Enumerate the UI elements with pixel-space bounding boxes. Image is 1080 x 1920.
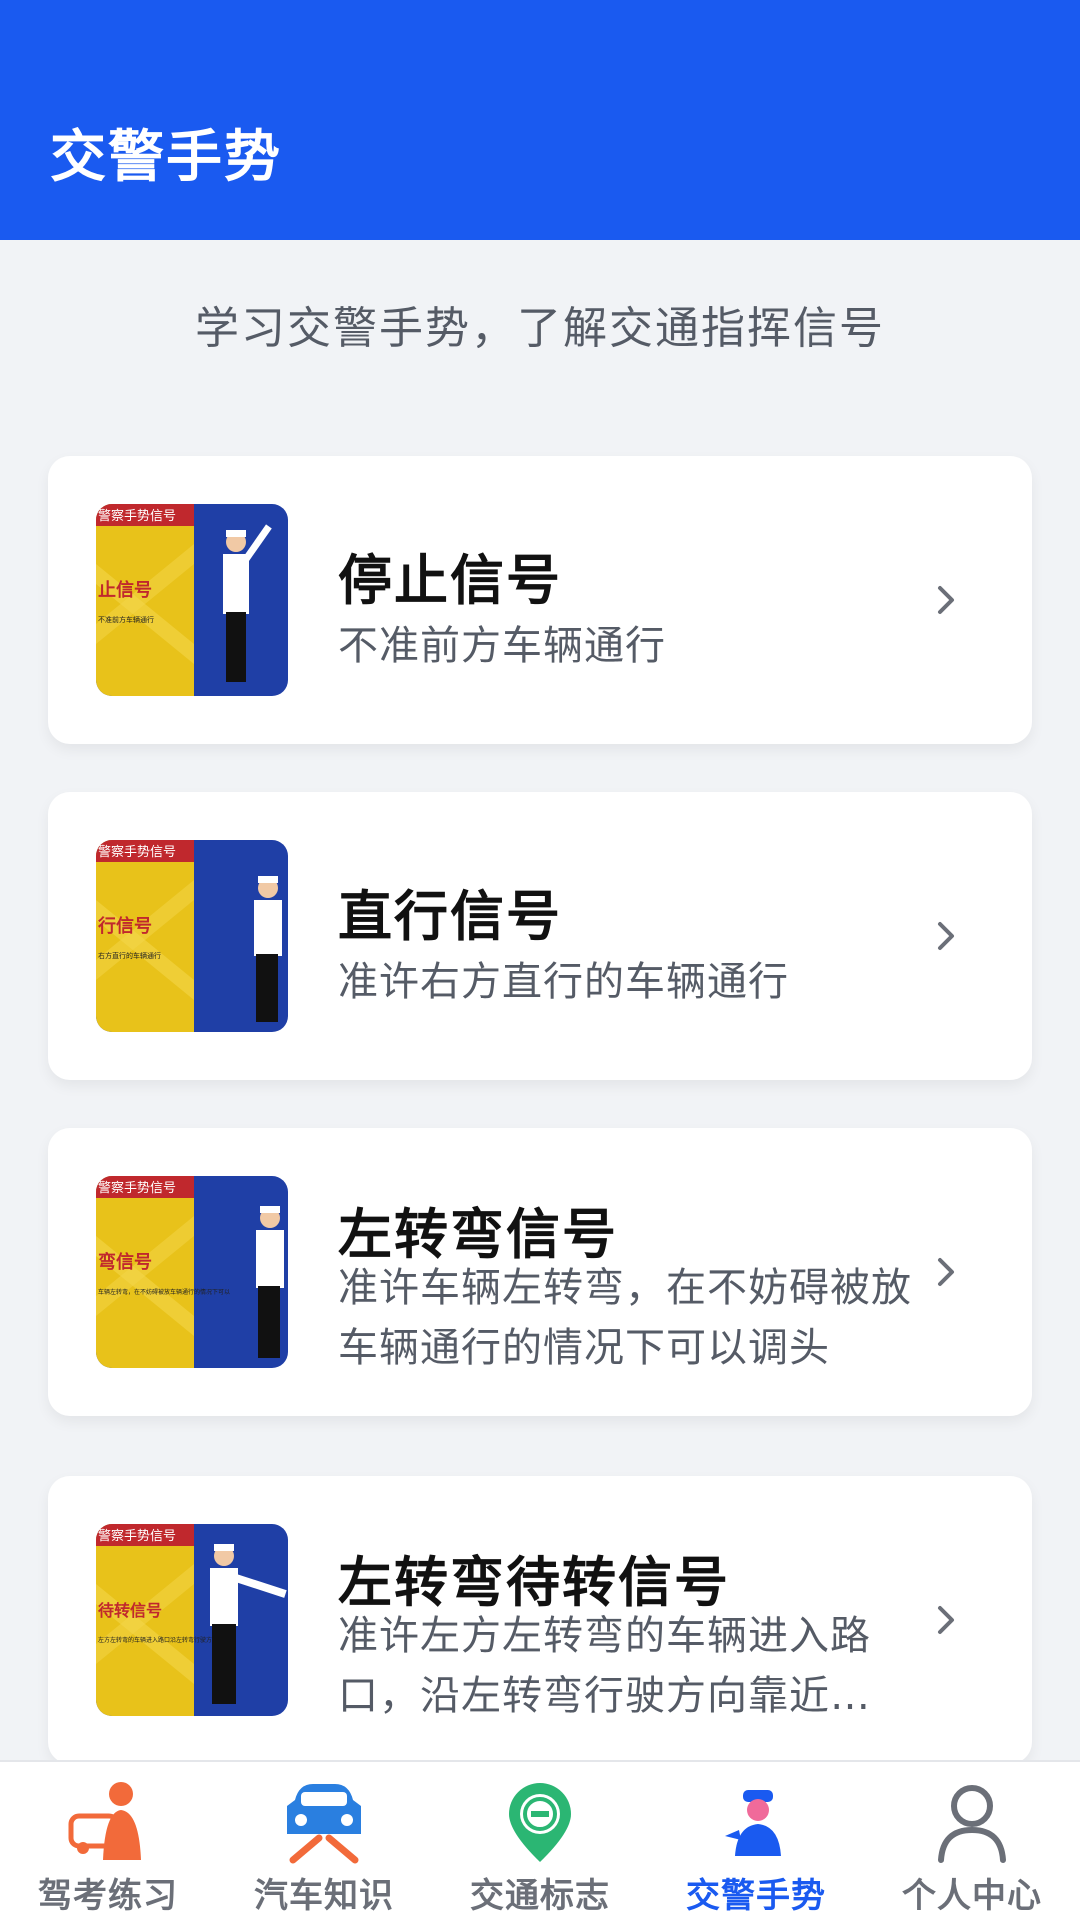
traffic-police-image-icon: 警察手势信号 待转信号 左方左转弯的车辆进入路口沿左转弯行驶方向靠近 bbox=[96, 1524, 288, 1716]
gesture-card-straight[interactable]: 警察手势信号 行信号 右方直行的车辆通行 直行信号 准许右方直行的车辆通行 bbox=[48, 792, 1032, 1080]
bottom-tab-bar: 驾考练习 汽车知识 交通标志 交警手势 个人中心 bbox=[0, 1760, 1080, 1920]
tab-traffic-sign[interactable]: 交通标志 bbox=[432, 1762, 648, 1920]
tab-label: 汽车知识 bbox=[254, 1876, 394, 1916]
chevron-right-icon bbox=[938, 922, 954, 950]
car-knowledge-icon bbox=[279, 1776, 369, 1866]
gesture-thumbnail: 警察手势信号 弯信号 车辆左转弯，在不妨碍被放车辆通行的情况下可以 bbox=[96, 1176, 288, 1368]
gesture-description: 准许左方左转弯的车辆进入路口，沿左转弯行驶方向靠近… bbox=[338, 1613, 871, 1719]
tab-label: 交通标志 bbox=[470, 1876, 610, 1916]
driving-test-icon bbox=[63, 1776, 153, 1866]
tab-driving-test[interactable]: 驾考练习 bbox=[0, 1762, 216, 1920]
traffic-police-image-icon: 警察手势信号 行信号 右方直行的车辆通行 bbox=[96, 840, 288, 1032]
gesture-card-left-turn-wait[interactable]: 警察手势信号 待转信号 左方左转弯的车辆进入路口沿左转弯行驶方向靠近 左转弯待转… bbox=[48, 1476, 1032, 1764]
tab-label: 驾考练习 bbox=[38, 1876, 178, 1916]
tab-label: 交警手势 bbox=[686, 1876, 826, 1916]
svg-text:车辆左转弯，在不妨碍被放车辆通行的情况下可以: 车辆左转弯，在不妨碍被放车辆通行的情况下可以 bbox=[98, 1288, 230, 1296]
svg-text:止信号: 止信号 bbox=[98, 579, 152, 601]
gesture-card-left-turn[interactable]: 警察手势信号 弯信号 车辆左转弯，在不妨碍被放车辆通行的情况下可以 左转弯信号 … bbox=[48, 1128, 1032, 1416]
chevron-right-icon bbox=[938, 586, 954, 614]
app-header: 交警手势 bbox=[0, 0, 1080, 240]
traffic-police-image-icon: 警察手势信号 止信号 不准前方车辆通行 bbox=[96, 504, 288, 696]
traffic-sign-icon bbox=[495, 1776, 585, 1866]
tab-police-gesture[interactable]: 交警手势 bbox=[648, 1762, 864, 1920]
gesture-title: 直行信号 bbox=[338, 885, 562, 948]
gesture-description: 准许车辆左转弯，在不妨碍被放车辆通行的情况下可以调头 bbox=[338, 1265, 912, 1371]
svg-text:左方左转弯的车辆进入路口沿左转弯行驶方向靠近: 左方左转弯的车辆进入路口沿左转弯行驶方向靠近 bbox=[98, 1636, 230, 1644]
police-gesture-icon bbox=[711, 1776, 801, 1866]
intro-text: 学习交警手势，了解交通指挥信号 bbox=[195, 303, 885, 354]
gesture-thumbnail: 警察手势信号 行信号 右方直行的车辆通行 bbox=[96, 840, 288, 1032]
gesture-card-stop[interactable]: 警察手势信号 止信号 不准前方车辆通行 停止信号 不准前方车辆通行 bbox=[48, 456, 1032, 744]
chevron-right-icon bbox=[938, 1258, 954, 1286]
svg-text:警察手势信号: 警察手势信号 bbox=[98, 1180, 176, 1196]
traffic-police-image-icon: 警察手势信号 弯信号 车辆左转弯，在不妨碍被放车辆通行的情况下可以 bbox=[96, 1176, 288, 1368]
svg-text:警察手势信号: 警察手势信号 bbox=[98, 844, 176, 860]
svg-text:弯信号: 弯信号 bbox=[98, 1251, 152, 1273]
gesture-thumbnail: 警察手势信号 待转信号 左方左转弯的车辆进入路口沿左转弯行驶方向靠近 bbox=[96, 1524, 288, 1716]
gesture-description: 准许右方直行的车辆通行 bbox=[338, 959, 789, 1005]
tab-profile[interactable]: 个人中心 bbox=[864, 1762, 1080, 1920]
gesture-description: 不准前方车辆通行 bbox=[338, 623, 666, 669]
svg-text:待转信号: 待转信号 bbox=[98, 1601, 162, 1620]
svg-text:右方直行的车辆通行: 右方直行的车辆通行 bbox=[98, 951, 161, 960]
svg-text:行信号: 行信号 bbox=[97, 915, 152, 937]
chevron-right-icon bbox=[938, 1606, 954, 1634]
svg-text:警察手势信号: 警察手势信号 bbox=[98, 1528, 176, 1544]
tab-label: 个人中心 bbox=[902, 1876, 1042, 1916]
user-icon bbox=[927, 1776, 1017, 1866]
svg-text:警察手势信号: 警察手势信号 bbox=[98, 508, 176, 524]
gesture-title: 停止信号 bbox=[338, 549, 562, 612]
gesture-thumbnail: 警察手势信号 止信号 不准前方车辆通行 bbox=[96, 504, 288, 696]
page-title: 交警手势 bbox=[50, 125, 282, 190]
svg-text:不准前方车辆通行: 不准前方车辆通行 bbox=[98, 615, 154, 624]
tab-car-knowledge[interactable]: 汽车知识 bbox=[216, 1762, 432, 1920]
